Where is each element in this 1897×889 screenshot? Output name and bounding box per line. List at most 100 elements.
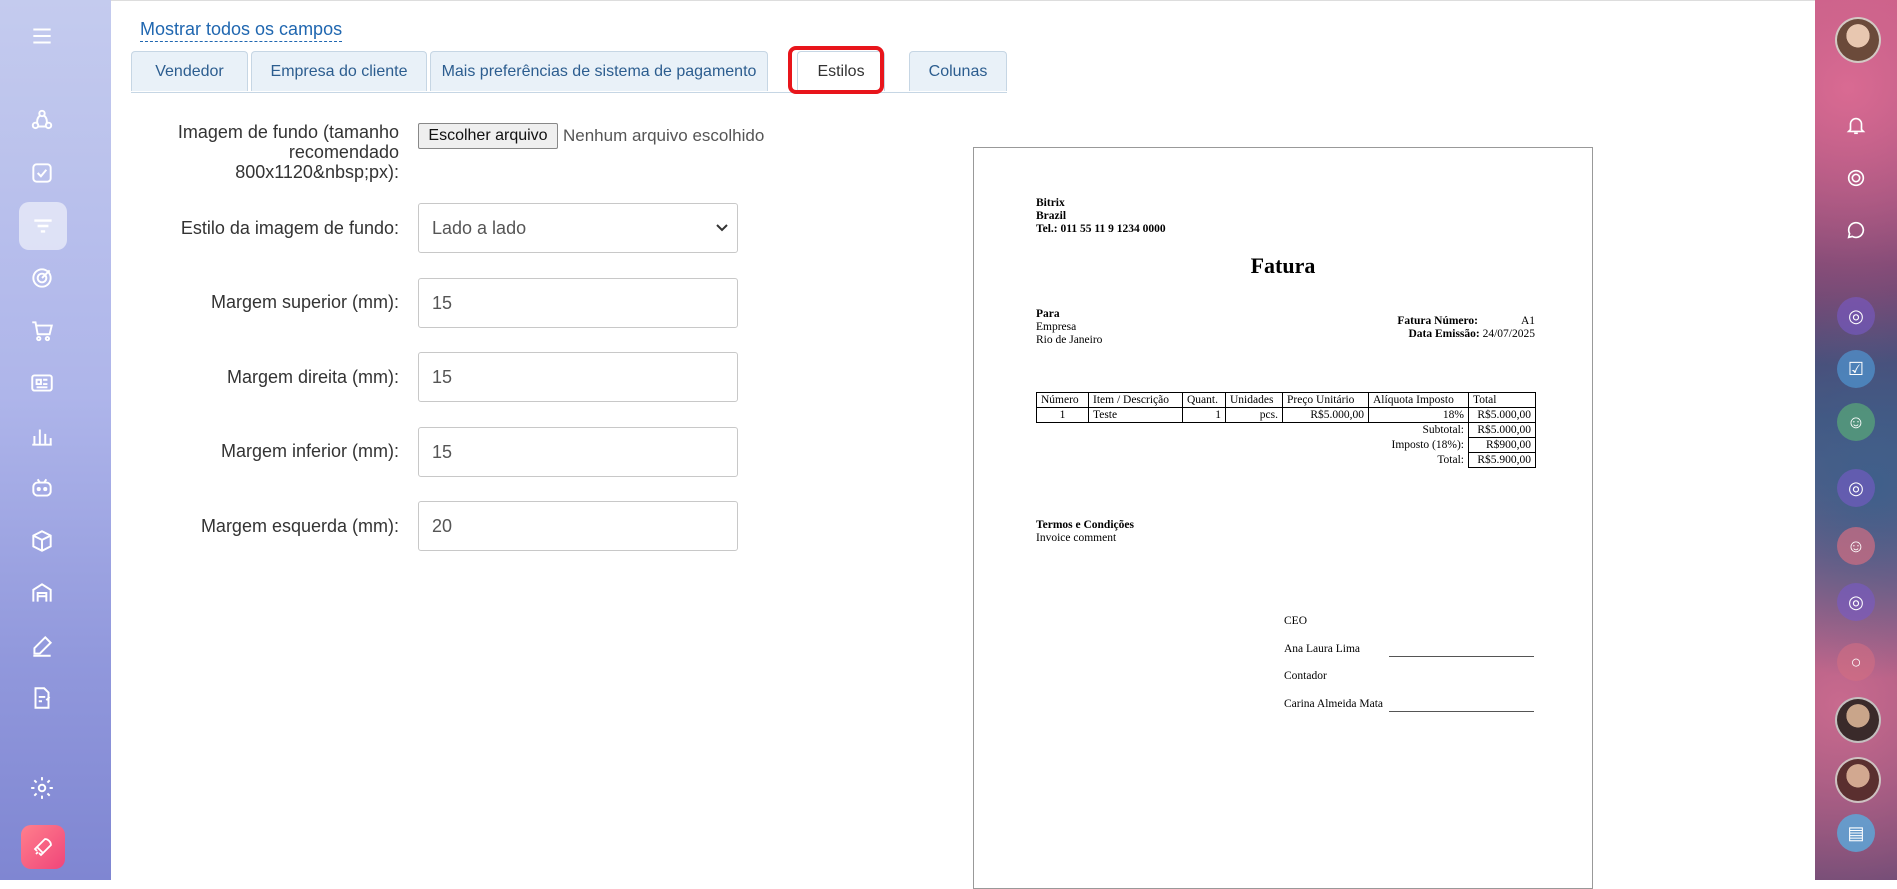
seller-company: Bitrix bbox=[1036, 197, 1065, 209]
circle-icon[interactable]: ○ bbox=[1837, 643, 1875, 681]
total-value: R$5.900,00 bbox=[1468, 452, 1536, 468]
rocket-icon[interactable] bbox=[21, 825, 65, 869]
filter-icon[interactable] bbox=[19, 202, 67, 250]
bg-image-label-line: 800x1120&nbsp;px): bbox=[235, 162, 399, 182]
subtotal-value: R$5.000,00 bbox=[1468, 422, 1536, 438]
document-edit-icon[interactable] bbox=[22, 678, 62, 718]
signature-1-name: Ana Laura Lima bbox=[1284, 643, 1360, 655]
left-sidebar bbox=[0, 0, 111, 880]
show-all-fields-link[interactable]: Mostrar todos os campos bbox=[140, 19, 343, 42]
table-cell: R$5.000,00 bbox=[1282, 407, 1369, 423]
invoice-table: Número Item / Descrição Quant. Unidades … bbox=[1036, 392, 1536, 468]
crm-flow-icon[interactable] bbox=[22, 100, 62, 140]
table-header: Total bbox=[1468, 392, 1536, 408]
table-row: 1 Teste 1 pcs. R$5.000,00 18% R$5.000,00 bbox=[1036, 407, 1536, 423]
seller-country: Brazil bbox=[1036, 210, 1067, 222]
box-icon[interactable] bbox=[22, 521, 62, 561]
invoice-date-value: 24/07/2025 bbox=[1482, 328, 1535, 340]
terms-text: Invoice comment bbox=[1036, 532, 1117, 544]
invoice-date-row: Data Emissão: 24/07/2025 bbox=[1397, 328, 1535, 341]
table-cell: 18% bbox=[1368, 407, 1469, 423]
contact-avatar[interactable] bbox=[1835, 697, 1881, 743]
margin-top-label: Margem superior (mm): bbox=[210, 292, 399, 312]
bg-image-label-line: Imagem de fundo (tamanho bbox=[177, 122, 399, 142]
menu-icon[interactable] bbox=[22, 16, 62, 56]
tab-colunas[interactable]: Colunas bbox=[909, 51, 1007, 91]
table-cell: 1 bbox=[1182, 407, 1226, 423]
tasks-icon[interactable] bbox=[22, 153, 62, 193]
invoice-number-value: A1 bbox=[1520, 315, 1535, 327]
table-cell: Teste bbox=[1088, 407, 1183, 423]
messenger-icon[interactable]: ▤ bbox=[1837, 814, 1875, 852]
choose-file-button[interactable]: Escolher arquivo bbox=[418, 123, 558, 149]
margin-bottom-input[interactable]: 15 bbox=[418, 427, 738, 477]
signature-1-role: CEO bbox=[1284, 615, 1307, 627]
bg-style-value: Lado a lado bbox=[432, 217, 527, 238]
open-channel-icon[interactable]: ◎ bbox=[1837, 583, 1875, 621]
invoice-meta: Fatura Número: A1 Data Emissão: 24/07/202… bbox=[1397, 315, 1535, 341]
bg-image-label: Imagem de fundo (tamanho recomendado 800… bbox=[178, 122, 399, 182]
invoice-number-label: Fatura Número: bbox=[1397, 315, 1478, 327]
recipient-label: Para bbox=[1036, 308, 1060, 320]
tab-mais-preferencias[interactable]: Mais preferências de sistema de pagament… bbox=[430, 51, 768, 91]
main-content: Mostrar todos os campos Vendedor Empresa… bbox=[111, 0, 1815, 889]
subtotal-row: Subtotal: R$5.000,00 bbox=[1037, 422, 1536, 438]
seller-phone: Tel.: 011 55 11 9 1234 0000 bbox=[1036, 223, 1166, 235]
table-cell: pcs. bbox=[1225, 407, 1283, 423]
target-icon[interactable] bbox=[22, 258, 62, 298]
recipient-company: Empresa bbox=[1036, 321, 1077, 333]
signature-2-role: Contador bbox=[1284, 670, 1327, 682]
table-header-row: Número Item / Descrição Quant. Unidades … bbox=[1036, 392, 1536, 408]
cart-icon[interactable] bbox=[22, 311, 62, 351]
contact-avatar[interactable] bbox=[1835, 757, 1881, 803]
terms-section: Termos e Condições Invoice comment bbox=[1036, 519, 1134, 545]
tab-vendedor[interactable]: Vendedor bbox=[131, 51, 248, 91]
user-avatar[interactable] bbox=[1835, 17, 1881, 63]
news-icon[interactable] bbox=[22, 363, 62, 403]
analytics-icon[interactable] bbox=[22, 416, 62, 456]
bg-style-select[interactable]: Lado a lado bbox=[418, 203, 738, 253]
margin-top-input[interactable]: 15 bbox=[418, 278, 738, 328]
open-channel-icon[interactable]: ◎ bbox=[1837, 469, 1875, 507]
table-header: Item / Descrição bbox=[1088, 392, 1183, 408]
file-status-text: Nenhum arquivo escolhido bbox=[563, 126, 765, 145]
seller-info: Bitrix Brazil Tel.: 011 55 11 9 1234 000… bbox=[1036, 197, 1166, 236]
terms-title: Termos e Condições bbox=[1036, 519, 1134, 531]
group-icon[interactable]: ☺ bbox=[1837, 403, 1875, 441]
margin-bottom-label: Margem inferior (mm): bbox=[220, 441, 399, 461]
table-header: Preço Unitário bbox=[1282, 392, 1369, 408]
invoice-number-row: Fatura Número: A1 bbox=[1397, 315, 1535, 328]
chevron-down-icon bbox=[716, 224, 728, 232]
activity-icon[interactable] bbox=[1837, 159, 1875, 197]
subtotal-label: Subtotal: bbox=[1422, 424, 1464, 437]
table-cell: 1 bbox=[1036, 407, 1089, 423]
signature-2-line bbox=[1389, 711, 1534, 712]
tax-value: R$900,00 bbox=[1468, 437, 1536, 453]
margin-right-input[interactable]: 15 bbox=[418, 352, 738, 402]
tax-row: Imposto (18%): R$900,00 bbox=[1037, 437, 1536, 453]
table-header: Unidades bbox=[1225, 392, 1283, 408]
settings-icon[interactable] bbox=[22, 768, 62, 808]
recipient-city: Rio de Janeiro bbox=[1036, 334, 1103, 346]
tax-label: Imposto (18%): bbox=[1391, 439, 1464, 451]
right-panel: ◎ ☑ ☺ ◎ ☺ ◎ ○ ▤ bbox=[1815, 0, 1897, 880]
open-channel-icon[interactable]: ◎ bbox=[1837, 297, 1875, 335]
tab-empresa-do-cliente[interactable]: Empresa do cliente bbox=[251, 51, 427, 91]
bell-icon[interactable] bbox=[1837, 106, 1875, 144]
table-header: Alíquota Imposto bbox=[1368, 392, 1469, 408]
margin-right-label: Margem direita (mm): bbox=[226, 367, 399, 387]
checklist-icon[interactable]: ☑ bbox=[1837, 350, 1875, 388]
warehouse-icon[interactable] bbox=[22, 573, 62, 613]
margin-left-input[interactable]: 20 bbox=[418, 501, 738, 551]
table-header: Quant. bbox=[1182, 392, 1226, 408]
table-header: Número bbox=[1036, 392, 1089, 408]
total-label: Total: bbox=[1437, 454, 1464, 466]
active-tab-highlight bbox=[788, 46, 884, 94]
sign-icon[interactable] bbox=[22, 626, 62, 666]
table-cell: R$5.000,00 bbox=[1468, 407, 1536, 423]
chat-icon[interactable] bbox=[1837, 211, 1875, 249]
margin-left-label: Margem esquerda (mm): bbox=[200, 516, 399, 536]
group-icon[interactable]: ☺ bbox=[1837, 527, 1875, 565]
signature-1-line bbox=[1389, 656, 1534, 657]
robot-icon[interactable] bbox=[22, 468, 62, 508]
